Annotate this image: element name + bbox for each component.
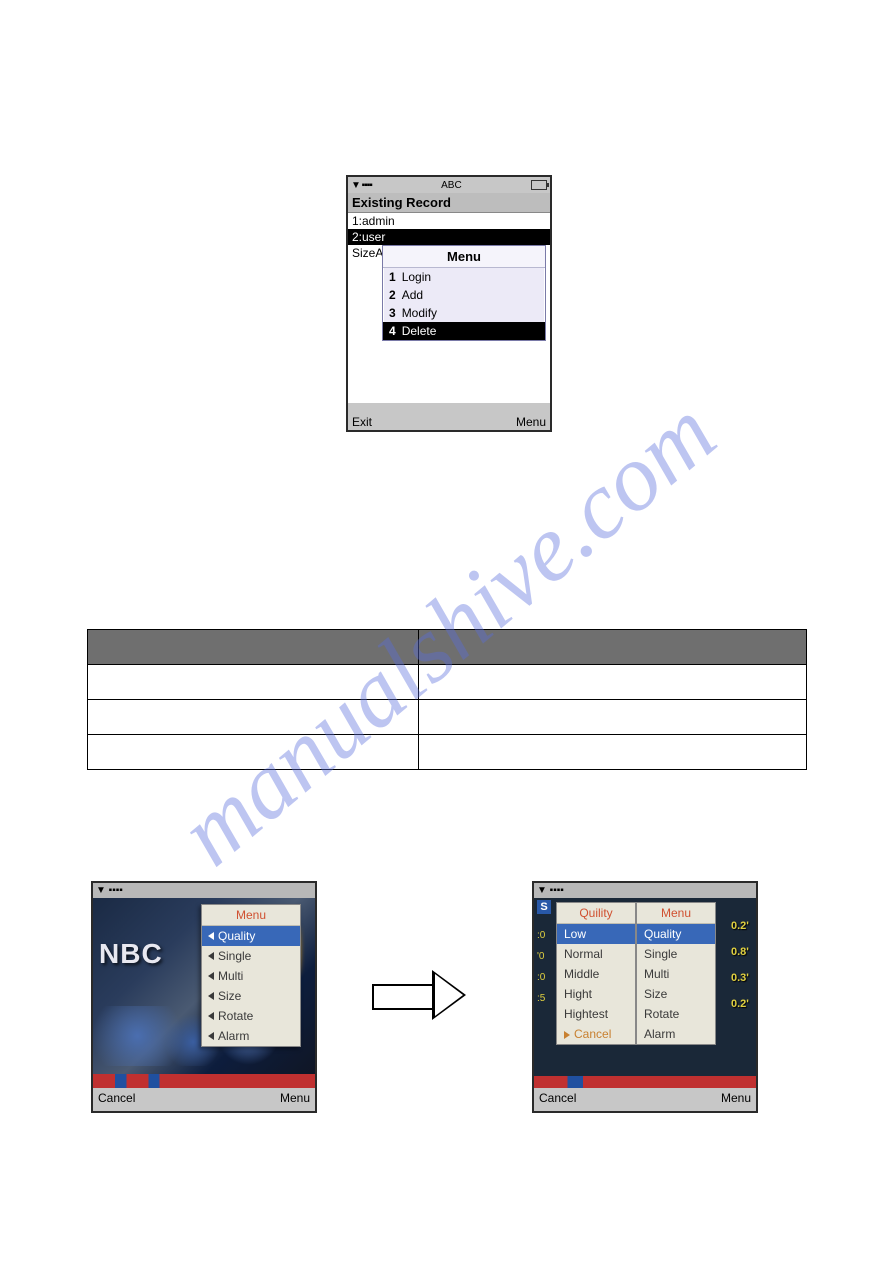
- menu-item[interactable]: Alarm: [637, 1024, 715, 1044]
- status-bar: ▼ ▪▪▪▪: [93, 883, 315, 898]
- menu-item[interactable]: Alarm: [202, 1026, 300, 1046]
- table-header: [418, 630, 806, 665]
- video-ticker: [534, 1076, 756, 1088]
- value-readout: 0.3': [731, 972, 753, 984]
- corner-badge: S: [537, 900, 551, 914]
- empty-table: [87, 629, 807, 770]
- menu-item[interactable]: Multi: [202, 966, 300, 986]
- record-row[interactable]: 2:user: [348, 229, 550, 245]
- menu-item[interactable]: 1Login: [383, 268, 545, 286]
- video-logo-text: NBC: [99, 938, 163, 970]
- manual-page: manualshive.com ▼ ▪▪▪▪ ABC Existing Reco…: [0, 0, 893, 1263]
- menu-item[interactable]: Quality: [637, 924, 715, 944]
- menu-item[interactable]: Middle: [557, 964, 635, 984]
- menu-item[interactable]: Rotate: [637, 1004, 715, 1024]
- menu-item[interactable]: 2Add: [383, 286, 545, 304]
- menu-item[interactable]: Multi: [637, 964, 715, 984]
- signal-icon: ▼ ▪▪▪▪: [351, 180, 372, 191]
- value-readout: 0.2': [731, 998, 753, 1010]
- popup-menu: Menu 1Login2Add3Modify4Delete: [382, 245, 546, 341]
- quality-column: Quility LowNormalMiddleHightHightestCanc…: [556, 902, 636, 1045]
- submenu-arrow-icon: [208, 1032, 214, 1040]
- menu-item[interactable]: Quality: [202, 926, 300, 946]
- table-cell: [418, 665, 806, 700]
- table-cell: [88, 735, 419, 770]
- menu-item[interactable]: Single: [202, 946, 300, 966]
- menu-item[interactable]: Hight: [557, 984, 635, 1004]
- menu-item[interactable]: Size: [637, 984, 715, 1004]
- value-readout: 0.8': [731, 946, 753, 958]
- battery-icon: [531, 180, 547, 190]
- screen-title: Existing Record: [348, 193, 550, 213]
- menu-item[interactable]: Low: [557, 924, 635, 944]
- left-values: :0 '0 :0 :5: [537, 930, 545, 1004]
- table-cell: [88, 700, 419, 735]
- submenu-arrow-icon: [208, 972, 214, 980]
- softkey-bar: Exit Menu: [348, 413, 550, 430]
- value-readout: :0: [537, 930, 545, 941]
- softkey-right[interactable]: Menu: [516, 415, 546, 429]
- value-readout: 0.2': [731, 920, 753, 932]
- submenu-arrow-icon: [208, 1012, 214, 1020]
- softkey-bar: Cancel Menu: [534, 1088, 756, 1107]
- right-values: 0.2' 0.8' 0.3' 0.2': [731, 920, 753, 1010]
- dual-menu: Quility LowNormalMiddleHightHightestCanc…: [556, 902, 716, 1045]
- input-mode: ABC: [441, 180, 462, 191]
- video-ticker: [93, 1074, 315, 1088]
- softkey-bar: Cancel Menu: [93, 1088, 315, 1107]
- submenu-arrow-icon: [208, 952, 214, 960]
- menu-item[interactable]: 3Modify: [383, 304, 545, 322]
- menu-item[interactable]: Cancel: [557, 1024, 635, 1044]
- value-readout: :0: [537, 972, 545, 983]
- phone-quality-submenu: ▼ ▪▪▪▪ S :0 '0 :0 :5 0.2' 0.8' 0.3' 0.2' Quili…: [532, 881, 758, 1113]
- status-bar: ▼ ▪▪▪▪: [534, 883, 756, 898]
- arrow-icon: [372, 970, 472, 1020]
- menu-item[interactable]: Single: [637, 944, 715, 964]
- submenu-arrow-icon: [208, 992, 214, 1000]
- signal-icon: ▼ ▪▪▪▪: [537, 885, 564, 896]
- video-area: NBC Menu QualitySingleMultiSizeRotateAla…: [93, 898, 315, 1088]
- menu-item[interactable]: Normal: [557, 944, 635, 964]
- softkey-right[interactable]: Menu: [721, 1091, 751, 1105]
- menu-item[interactable]: Hightest: [557, 1004, 635, 1024]
- signal-icon: ▼ ▪▪▪▪: [96, 885, 123, 896]
- menu-item[interactable]: 4Delete: [383, 322, 545, 340]
- column-title: Quility: [557, 903, 635, 924]
- table-cell: [418, 700, 806, 735]
- submenu-arrow-icon: [208, 932, 214, 940]
- softkey-left[interactable]: Cancel: [98, 1091, 135, 1105]
- menu-item[interactable]: Size: [202, 986, 300, 1006]
- popup-menu-title: Menu: [202, 905, 300, 926]
- menu-item[interactable]: Rotate: [202, 1006, 300, 1026]
- value-readout: '0: [537, 951, 545, 962]
- screen-body: 1:admin2:user SizeA Menu 1Login2Add3Modi…: [348, 213, 550, 403]
- phone-existing-record: ▼ ▪▪▪▪ ABC Existing Record 1:admin2:user…: [346, 175, 552, 432]
- softkey-left[interactable]: Cancel: [539, 1091, 576, 1105]
- table-header: [88, 630, 419, 665]
- table-cell: [88, 665, 419, 700]
- softkey-left[interactable]: Exit: [352, 415, 372, 429]
- status-bar: ▼ ▪▪▪▪ ABC: [348, 177, 550, 193]
- value-readout: :5: [537, 993, 545, 1004]
- video-area: S :0 '0 :0 :5 0.2' 0.8' 0.3' 0.2' Quility LowN…: [534, 898, 756, 1088]
- record-row[interactable]: 1:admin: [348, 213, 550, 229]
- column-title: Menu: [637, 903, 715, 924]
- popup-menu: Menu QualitySingleMultiSizeRotateAlarm: [201, 904, 301, 1047]
- softkey-right[interactable]: Menu: [280, 1091, 310, 1105]
- menu-column: Menu QualitySingleMultiSizeRotateAlarm: [636, 902, 716, 1045]
- table-cell: [418, 735, 806, 770]
- phone-video-menu: ▼ ▪▪▪▪ NBC Menu QualitySingleMultiSizeRo…: [91, 881, 317, 1113]
- popup-menu-title: Menu: [383, 246, 545, 268]
